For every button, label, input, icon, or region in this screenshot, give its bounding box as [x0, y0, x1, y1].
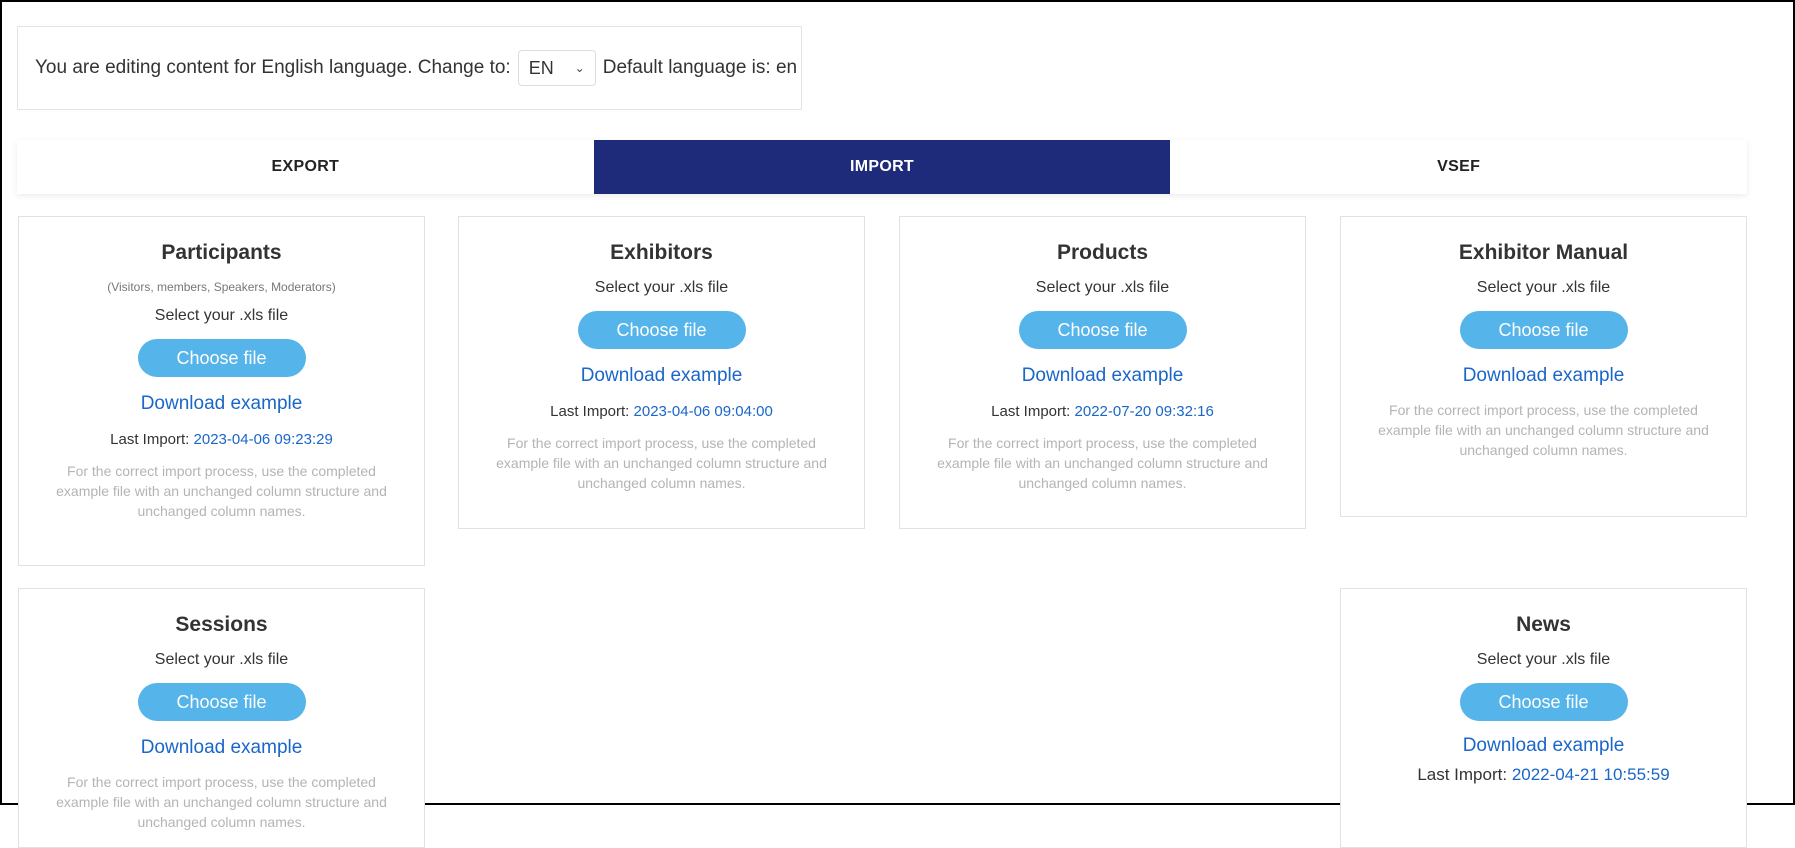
language-prefix-text: You are editing content for English lang… — [35, 57, 511, 78]
import-hint: For the correct import process, use the … — [937, 435, 1268, 492]
last-import: Last Import: 2023-04-06 09:23:29 — [33, 431, 410, 448]
choose-file-button[interactable]: Choose file — [1018, 311, 1187, 350]
select-file-label: Select your .xls file — [1476, 279, 1611, 297]
import-hint: For the correct import process, use the … — [496, 435, 827, 492]
select-file-label: Select your .xls file — [154, 307, 289, 325]
select-file-label: Select your .xls file — [594, 279, 729, 297]
import-hint: For the correct import process, use the … — [56, 463, 387, 520]
last-import-label: Last Import: — [110, 431, 190, 449]
card-title: Exhibitor Manual — [1458, 241, 1629, 264]
download-example-link[interactable]: Download example — [1355, 365, 1732, 387]
last-import-date[interactable]: 2023-04-06 09:23:29 — [194, 431, 333, 448]
choose-file-button[interactable]: Choose file — [137, 683, 306, 722]
last-import: Last Import: 2022-04-21 10:55:59 — [1355, 765, 1732, 785]
import-hint: For the correct import process, use the … — [1378, 402, 1709, 459]
last-import: Last Import: 2023-04-06 09:04:00 — [473, 403, 850, 420]
news-card: News Select your .xls file Choose file D… — [1340, 588, 1747, 848]
tab-export[interactable]: EXPORT — [17, 140, 594, 194]
card-title: Participants — [161, 241, 282, 264]
products-card: Products Select your .xls file Choose fi… — [899, 216, 1306, 529]
language-select[interactable]: EN ⌄ — [517, 50, 596, 86]
select-file-label: Select your .xls file — [154, 651, 289, 669]
sessions-card: Sessions Select your .xls file Choose fi… — [18, 588, 425, 848]
tab-bar: EXPORT IMPORT VSEF — [17, 140, 1747, 194]
download-example-link[interactable]: Download example — [33, 393, 410, 415]
choose-file-button[interactable]: Choose file — [1459, 683, 1628, 722]
select-file-label: Select your .xls file — [1035, 279, 1170, 297]
last-import-date[interactable]: 2022-07-20 09:32:16 — [1075, 403, 1214, 420]
select-file-label: Select your .xls file — [1476, 651, 1611, 669]
download-example-link[interactable]: Download example — [1355, 735, 1732, 757]
exhibitor-manual-card: Exhibitor Manual Select your .xls file C… — [1340, 216, 1747, 517]
card-title: News — [1516, 613, 1571, 636]
choose-file-button[interactable]: Choose file — [137, 339, 306, 378]
download-example-link[interactable]: Download example — [33, 737, 410, 759]
last-import-label: Last Import: — [1417, 765, 1508, 785]
last-import-label: Last Import: — [991, 403, 1071, 421]
default-language-text: Default language is: en — [602, 57, 798, 78]
download-example-link[interactable]: Download example — [914, 365, 1291, 387]
language-bar: You are editing content for English lang… — [17, 26, 802, 110]
card-subtitle: (Visitors, members, Speakers, Moderators… — [107, 280, 336, 295]
participants-card: Participants (Visitors, members, Speaker… — [18, 216, 425, 566]
language-select-value: EN — [528, 57, 554, 78]
choose-file-button[interactable]: Choose file — [1459, 311, 1628, 350]
tab-import[interactable]: IMPORT — [593, 140, 1171, 194]
chevron-down-icon: ⌄ — [574, 61, 585, 75]
download-example-link[interactable]: Download example — [473, 365, 850, 387]
last-import: Last Import: 2022-07-20 09:32:16 — [914, 403, 1291, 420]
import-hint: For the correct import process, use the … — [56, 774, 387, 831]
last-import-date[interactable]: 2023-04-06 09:04:00 — [634, 403, 773, 420]
card-title: Products — [1056, 241, 1148, 264]
last-import-date[interactable]: 2022-04-21 10:55:59 — [1512, 765, 1670, 784]
card-title: Sessions — [175, 613, 268, 636]
exhibitors-card: Exhibitors Select your .xls file Choose … — [458, 216, 865, 529]
card-title: Exhibitors — [610, 241, 713, 264]
choose-file-button[interactable]: Choose file — [577, 311, 746, 350]
tab-vsef[interactable]: VSEF — [1170, 140, 1747, 194]
last-import-label: Last Import: — [550, 403, 630, 421]
